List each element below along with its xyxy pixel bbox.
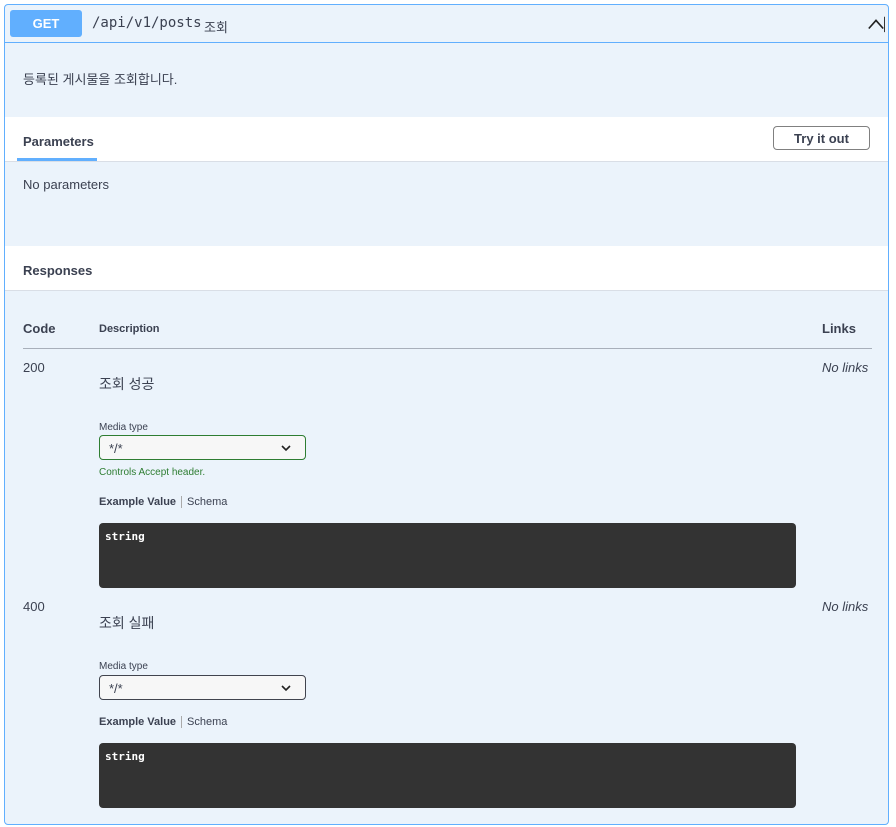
get-operation-block: GET /api/v1/posts 조회 등록된 게시물을 조회합니다. Par…	[4, 4, 889, 825]
example-code-block: string	[99, 523, 796, 588]
tab-schema[interactable]: Schema	[187, 496, 227, 508]
responses-header: Responses	[5, 246, 888, 291]
no-parameters-text: No parameters	[23, 177, 109, 192]
tab-example-value[interactable]: Example Value	[99, 716, 176, 728]
response-code: 400	[23, 599, 45, 614]
response-links: No links	[822, 599, 869, 614]
responses-title: Responses	[23, 263, 93, 278]
media-type-select[interactable]: */*	[99, 435, 306, 460]
example-code-block: string	[99, 743, 796, 808]
media-type-value: */*	[109, 681, 123, 696]
parameters-header: Parameters Try it out	[5, 117, 888, 162]
column-header-description: Description	[99, 323, 160, 335]
controls-accept-hint: Controls Accept header.	[99, 467, 206, 478]
column-header-links: Links	[822, 321, 856, 336]
tab-separator	[181, 496, 183, 509]
response-links: No links	[822, 360, 869, 375]
example-body: string	[105, 750, 145, 763]
example-body: string	[105, 530, 145, 543]
operation-path: /api/v1/posts	[92, 15, 202, 31]
media-type-select[interactable]: */*	[99, 675, 306, 700]
table-header-divider	[23, 348, 872, 349]
http-method-badge: GET	[10, 10, 82, 37]
response-description: 조회 실패	[99, 615, 155, 631]
example-tabs: Example Value Schema	[99, 716, 227, 729]
operation-description: 등록된 게시물을 조회합니다.	[23, 72, 178, 87]
chevron-down-icon	[281, 445, 291, 452]
tab-active-indicator	[17, 158, 97, 161]
response-code: 200	[23, 360, 45, 375]
column-header-code: Code	[23, 321, 56, 336]
operation-summary-bar[interactable]: GET /api/v1/posts 조회	[5, 5, 888, 43]
chevron-down-icon	[281, 685, 291, 692]
media-type-label: Media type	[99, 422, 148, 433]
chevron-up-icon[interactable]	[867, 15, 885, 33]
media-type-label: Media type	[99, 661, 148, 672]
operation-summary: 조회	[204, 20, 228, 35]
response-description: 조회 성공	[99, 376, 155, 392]
tab-example-value[interactable]: Example Value	[99, 496, 176, 508]
media-type-value: */*	[109, 441, 123, 456]
try-it-out-button[interactable]: Try it out	[773, 126, 870, 150]
example-tabs: Example Value Schema	[99, 496, 227, 509]
tab-parameters[interactable]: Parameters	[23, 134, 94, 149]
tab-separator	[181, 716, 183, 729]
tab-schema[interactable]: Schema	[187, 716, 227, 728]
